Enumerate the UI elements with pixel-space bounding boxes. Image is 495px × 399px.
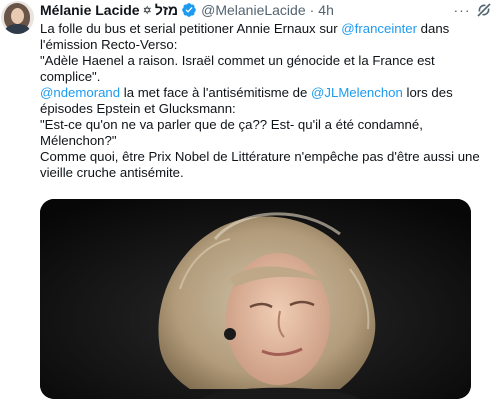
tweet-text: La folle du bus et serial petitioner Ann… [40,21,480,181]
star-of-david-icon: ✡ [142,4,152,17]
tweet-line: complice". [40,69,101,84]
tweet-line: Comme quoi, être Prix Nobel de Littératu… [40,149,480,164]
mention-franceinter[interactable]: @franceinter [341,21,417,36]
grok-icon[interactable] [475,1,493,19]
verified-badge-icon [181,2,197,18]
tweet-line: La folle du bus et serial petitioner Ann… [40,21,450,36]
author-hebrew-text: מזל [154,2,179,18]
mention-jlmelenchon[interactable]: @JLMelenchon [311,85,403,100]
tweet-line: épisodes Epstein et Glucksmann: [40,101,236,116]
tweet-line: "Adèle Haenel a raison. Israël commet un… [40,53,435,68]
avatar[interactable] [1,1,34,34]
more-icon[interactable]: ··· [453,2,471,18]
tweet-line: "Est-ce qu'on ne va parler que de ça?? E… [40,117,423,132]
tweet-line: vieille cruche antisémite. [40,165,184,180]
tweet-line: Mélenchon?" [40,133,117,148]
tweet-header: Mélanie Lacide ✡ מזל @MelanieLacide · 4h [40,1,334,19]
tweet-line: @ndemorand la met face à l'antisémitisme… [40,85,453,100]
separator-dot: · [309,2,315,18]
tweet-photo[interactable] [40,199,471,399]
tweet[interactable]: Mélanie Lacide ✡ מזל @MelanieLacide · 4h… [0,0,495,399]
mention-ndemorand[interactable]: @ndemorand [40,85,120,100]
author-name[interactable]: Mélanie Lacide [40,2,140,18]
timestamp[interactable]: 4h [318,2,334,18]
author-handle[interactable]: @MelanieLacide [201,2,306,18]
tweet-line: l'émission Recto-Verso: [40,37,178,52]
portrait-image [40,199,471,399]
